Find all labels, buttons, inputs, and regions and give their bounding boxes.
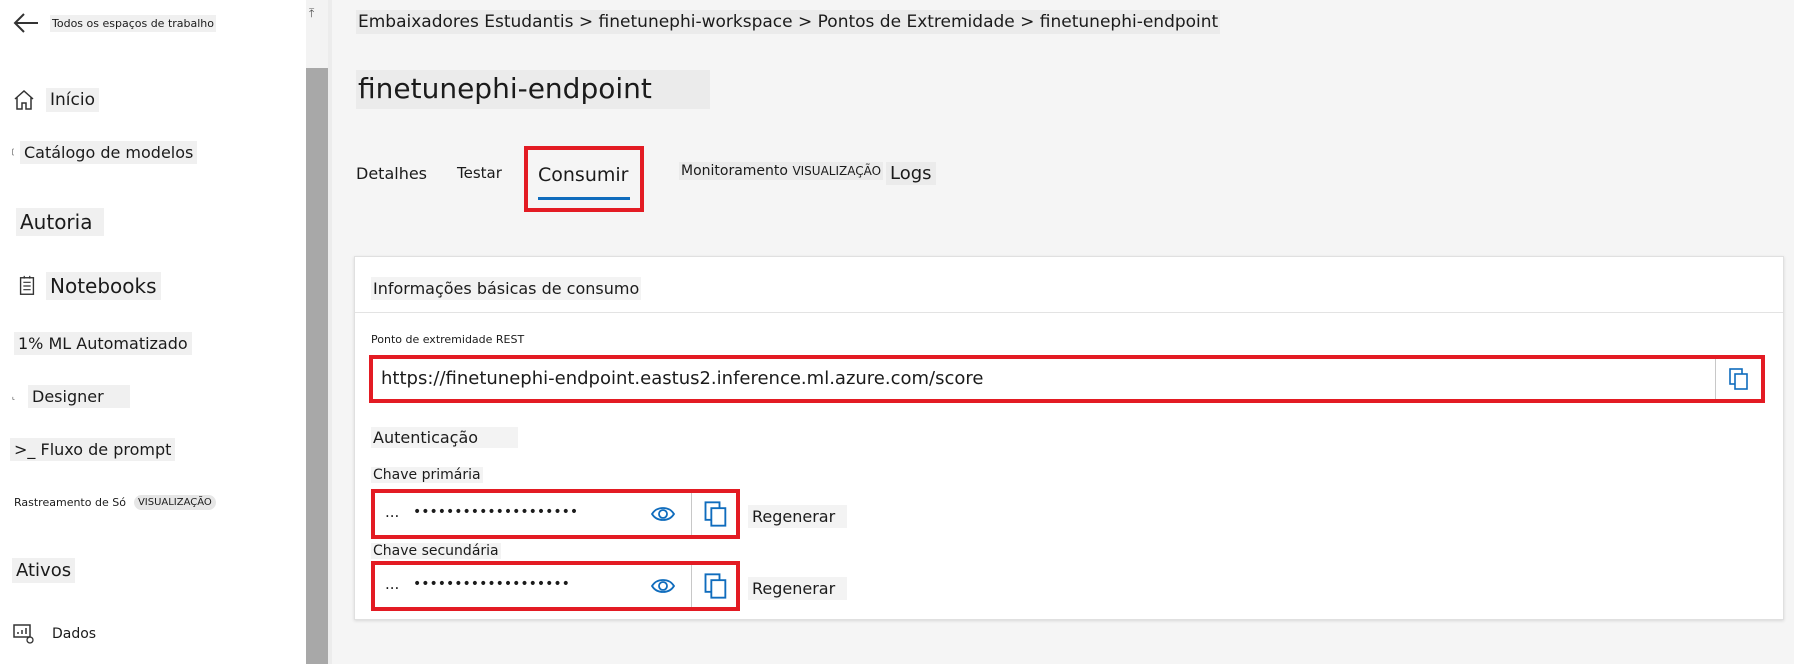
field-separator — [691, 493, 692, 535]
sidebar-item-tracing[interactable]: Rastreamento de Só VISUALIZAÇÃO — [10, 494, 216, 511]
secondary-key-field[interactable]: ... ••••••••••••••••••• — [371, 561, 740, 611]
sidebar-item-label: Rastreamento de Só — [10, 494, 130, 511]
sidebar-item-label: Notebooks — [46, 272, 161, 300]
consumption-card: Informações básicas de consumo Ponto de … — [354, 256, 1784, 620]
rest-endpoint-field[interactable]: https://finetunephi-endpoint.eastus2.inf… — [369, 355, 1765, 403]
data-icon — [13, 624, 34, 644]
sidebar-item-data[interactable]: Dados — [12, 622, 101, 646]
primary-key-masked: •••••••••••••••••••• — [413, 504, 579, 520]
arrow-left-icon — [13, 13, 38, 33]
sidebar-item-label: 1% ML Automatizado — [14, 332, 192, 355]
preview-badge: VISUALIZAÇÃO — [792, 164, 882, 178]
sidebar-item-label: Catálogo de modelos — [20, 140, 198, 164]
back-label: Todos os espaços de trabalho — [50, 14, 217, 32]
designer-icon — [12, 396, 15, 400]
breadcrumb[interactable]: Embaixadores Estudantis > finetunephi-wo… — [356, 10, 1221, 34]
main-content: Embaixadores Estudantis > finetunephi-wo… — [332, 0, 1794, 664]
sidebar-item-label: Início — [46, 88, 99, 112]
secondary-key-label: Chave secundária — [371, 543, 501, 559]
page-title: finetunephi-endpoint — [356, 70, 710, 109]
sidebar-item-label: >_ Fluxo de prompt — [10, 438, 176, 461]
sidebar-item-notebooks[interactable]: Notebooks — [16, 272, 161, 300]
sidebar-item-model-catalog[interactable]: Catálogo de modelos — [12, 140, 198, 164]
home-icon — [14, 89, 34, 110]
sidebar-section-authoring: Autoria — [16, 208, 105, 236]
sidebar-section-assets: Ativos — [12, 558, 76, 583]
rest-endpoint-url: https://finetunephi-endpoint.eastus2.inf… — [381, 368, 984, 389]
sidebar: Todos os espaços de trabalho Início Catá… — [0, 0, 306, 664]
active-tab-indicator — [538, 197, 630, 200]
copy-icon — [1728, 368, 1748, 390]
sidebar-item-home[interactable]: Início — [12, 88, 99, 112]
rest-endpoint-label: Ponto de extremidade REST — [371, 333, 525, 346]
primary-key-field[interactable]: ... •••••••••••••••••••• — [371, 489, 740, 539]
back-to-workspaces[interactable]: Todos os espaços de trabalho — [12, 10, 217, 36]
primary-key-label: Chave primária — [371, 467, 483, 483]
tab-details[interactable]: Detalhes — [356, 164, 427, 183]
collapse-icon[interactable]: ⤒ — [309, 6, 314, 21]
sidebar-section-label: Ativos — [12, 558, 76, 583]
secondary-key-masked: ••••••••••••••••••• — [413, 576, 570, 592]
tab-monitoring[interactable]: Monitoramento VISUALIZAÇÃO — [679, 162, 884, 180]
key-prefix: ... — [385, 503, 400, 521]
sidebar-item-label: Designer — [28, 384, 130, 408]
card-header: Informações básicas de consumo — [355, 257, 1783, 313]
regenerate-primary-button[interactable]: Regenerar — [748, 505, 848, 528]
sidebar-scrollbar[interactable] — [306, 0, 328, 664]
tab-logs[interactable]: Logs — [886, 162, 936, 185]
sidebar-section-label: Autoria — [16, 208, 105, 236]
sidebar-item-designer[interactable]: Designer — [12, 384, 130, 408]
sidebar-item-automl[interactable]: 1% ML Automatizado — [14, 332, 192, 355]
authentication-label: Autenticação — [371, 427, 519, 448]
tab-monitoring-label: Monitoramento — [681, 163, 788, 179]
copy-icon[interactable] — [703, 500, 729, 528]
copy-rest-endpoint-button[interactable] — [1715, 359, 1761, 399]
eye-icon[interactable] — [649, 501, 677, 527]
sidebar-item-label: Dados — [48, 624, 101, 644]
regenerate-secondary-button[interactable]: Regenerar — [748, 577, 848, 600]
card-title: Informações básicas de consumo — [371, 277, 642, 300]
tab-consume-label: Consumir — [538, 164, 629, 186]
field-separator — [691, 565, 692, 607]
catalog-icon — [12, 148, 14, 156]
notebook-icon — [19, 275, 35, 295]
tab-consume[interactable]: Consumir — [524, 146, 644, 212]
tab-test[interactable]: Testar — [457, 164, 502, 182]
key-prefix: ... — [385, 575, 400, 593]
eye-icon[interactable] — [649, 573, 677, 599]
preview-badge: VISUALIZAÇÃO — [133, 495, 216, 510]
copy-icon[interactable] — [703, 572, 729, 600]
sidebar-item-prompt-flow[interactable]: >_ Fluxo de prompt — [10, 438, 176, 461]
